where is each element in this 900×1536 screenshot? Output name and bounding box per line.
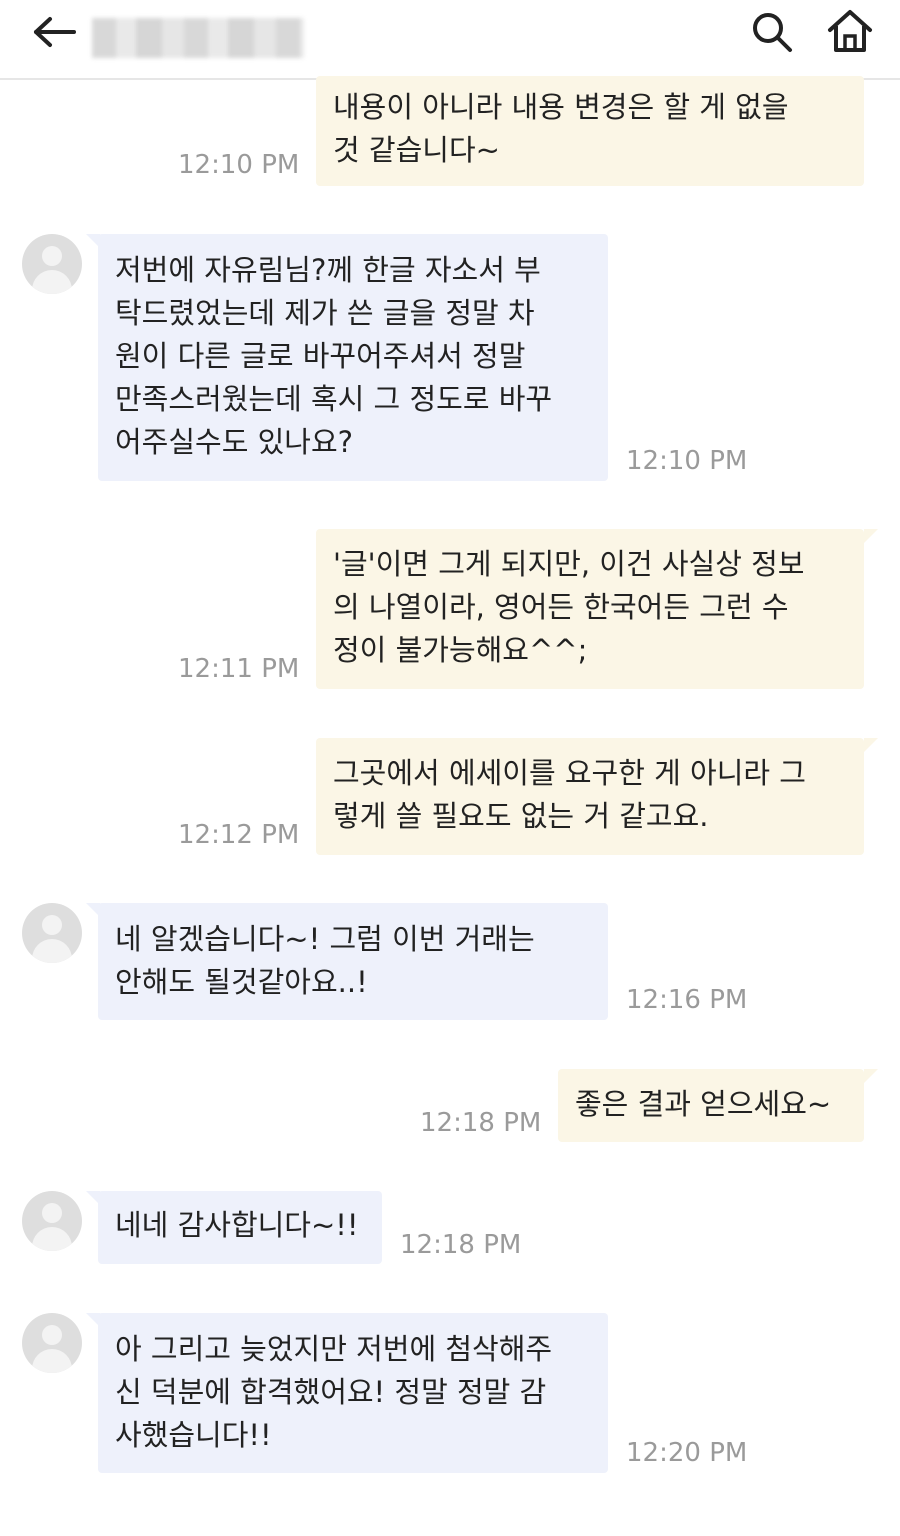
received-message-bubble[interactable]: 저번에 자유림님?께 한글 자소서 부 탁드렸었는데 제가 쓴 글을 정말 차 … [98,234,608,481]
message-timestamp: 12:10 PM [626,446,748,476]
sent-message-bubble[interactable]: 좋은 결과 얻으세요~ [558,1069,864,1142]
message-timestamp: 12:18 PM [420,1108,542,1138]
bubble-tail [864,1069,878,1083]
message-timestamp: 12:10 PM [178,150,300,180]
chat-partner-name-redacted [92,18,304,58]
avatar-icon[interactable] [22,234,82,294]
home-button[interactable] [824,6,876,58]
top-app-bar [0,0,900,80]
avatar-icon[interactable] [22,903,82,963]
sent-message-bubble[interactable]: '글'이면 그게 되지만, 이건 사실상 정보 의 나열이라, 영어든 한국어든… [316,529,864,689]
back-arrow-icon [34,17,76,47]
sent-message-bubble[interactable]: 그곳에서 에세이를 요구한 게 아니라 그 렇게 쓸 필요도 없는 거 같고요. [316,738,864,855]
message-timestamp: 12:16 PM [626,985,748,1015]
received-message-bubble[interactable]: 아 그리고 늦었지만 저번에 첨삭해주 신 덕분에 합격했어요! 정말 정말 감… [98,1313,608,1473]
received-message-bubble[interactable]: 네네 감사합니다~!! [98,1191,382,1264]
avatar-icon[interactable] [22,1191,82,1251]
bubble-tail [864,529,878,543]
message-timestamp: 12:12 PM [178,820,300,850]
bubble-tail [864,738,878,752]
back-button[interactable] [28,12,82,66]
sent-message-bubble[interactable]: 내용이 아니라 내용 변경은 할 게 없을 것 같습니다~ [316,76,864,186]
search-button[interactable] [748,8,796,56]
home-icon [828,10,872,52]
message-timestamp: 12:11 PM [178,654,300,684]
search-icon [753,13,792,52]
message-timestamp: 12:18 PM [400,1230,522,1260]
received-message-bubble[interactable]: 네 알겠습니다~! 그럼 이번 거래는 안해도 될것같아요..! [98,903,608,1020]
message-timestamp: 12:20 PM [626,1438,748,1468]
avatar-icon[interactable] [22,1313,82,1373]
